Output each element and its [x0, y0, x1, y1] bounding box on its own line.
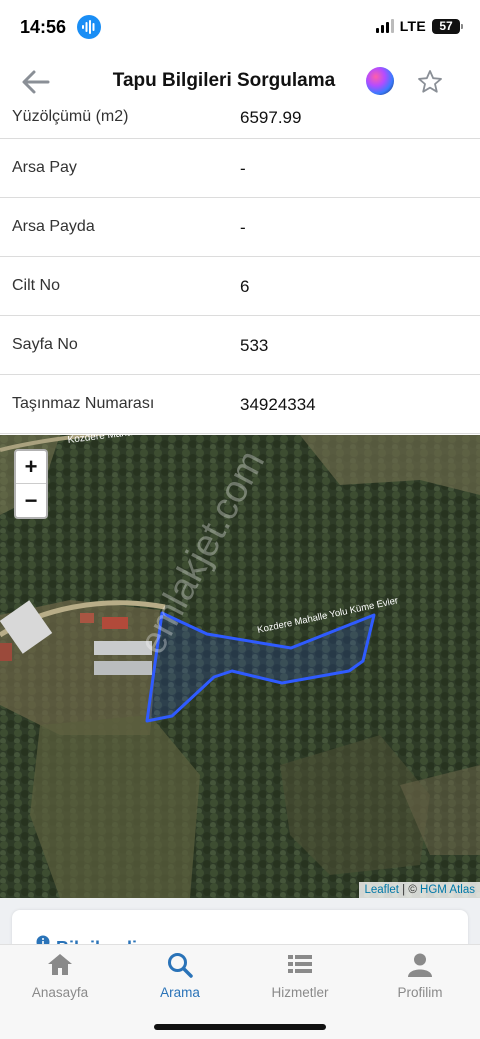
table-row: Cilt No 6	[0, 257, 480, 316]
tab-anasayfa[interactable]: Anasayfa	[0, 951, 120, 1003]
table-row: Arsa Payda -	[0, 198, 480, 257]
tab-profilim[interactable]: Profilim	[360, 951, 480, 1003]
page-title: Tapu Bilgileri Sorgulama	[112, 70, 336, 91]
live-audio-icon	[77, 15, 101, 39]
row-label: Sayfa No	[12, 336, 78, 353]
table-row: Arsa Pay -	[0, 139, 480, 198]
tab-label: Hizmetler	[271, 985, 329, 1000]
row-label: Yüzölçümü (m2)	[12, 108, 129, 125]
tab-label: Anasayfa	[31, 985, 89, 1000]
property-table: Yüzölçümü (m2) 6597.99 Arsa Pay - Arsa P…	[0, 106, 480, 435]
home-indicator[interactable]	[154, 1024, 326, 1030]
row-label: Arsa Payda	[12, 218, 95, 235]
zoom-out-button[interactable]: −	[16, 484, 46, 517]
tab-arama[interactable]: Arama	[120, 951, 240, 1003]
map-attribution: Leaflet | © HGM Atlas	[359, 882, 480, 898]
row-value: 6597.99	[240, 108, 302, 127]
search-icon	[168, 953, 193, 978]
row-value: 34924334	[240, 395, 316, 414]
zoom-in-button[interactable]: +	[16, 451, 46, 484]
row-value: -	[240, 159, 246, 178]
tab-label: Profilim	[397, 985, 443, 1000]
attribution-separator: | ©	[398, 884, 421, 896]
list-icon	[288, 955, 312, 973]
table-row: Yüzölçümü (m2) 6597.99	[0, 106, 480, 139]
home-icon	[48, 954, 72, 975]
tab-label: Arama	[160, 985, 200, 1000]
favorite-button[interactable]	[416, 68, 444, 96]
battery-icon: 57	[432, 18, 463, 34]
nav-header: Tapu Bilgileri Sorgulama	[0, 58, 480, 106]
row-label: Cilt No	[12, 277, 61, 294]
row-label: Arsa Pay	[12, 159, 77, 176]
status-indicators: LTE 57	[375, 18, 463, 34]
leaflet-link[interactable]: Leaflet	[364, 884, 399, 896]
siri-icon[interactable]	[366, 67, 394, 95]
hgm-atlas-link[interactable]: HGM Atlas	[420, 884, 475, 896]
row-value: 6	[240, 277, 250, 296]
person-icon	[408, 953, 432, 977]
row-label: Taşınmaz Numarası	[12, 395, 155, 412]
status-bar: 14:56 LTE 57	[0, 0, 480, 58]
table-row: Taşınmaz Numarası 34924334	[0, 375, 480, 434]
table-row: Sayfa No 533	[0, 316, 480, 375]
status-time: 14:56	[20, 17, 67, 37]
row-value: -	[240, 218, 246, 237]
row-value: 533	[240, 336, 269, 355]
signal-icon	[375, 19, 394, 33]
tab-hizmetler[interactable]: Hizmetler	[240, 951, 360, 1003]
star-icon	[418, 70, 442, 93]
zoom-control: + −	[14, 449, 48, 519]
map-view[interactable]: Kozdere Mahalle Yolu Küme Kozdere Mahall…	[0, 435, 480, 898]
network-type: LTE	[399, 18, 426, 34]
